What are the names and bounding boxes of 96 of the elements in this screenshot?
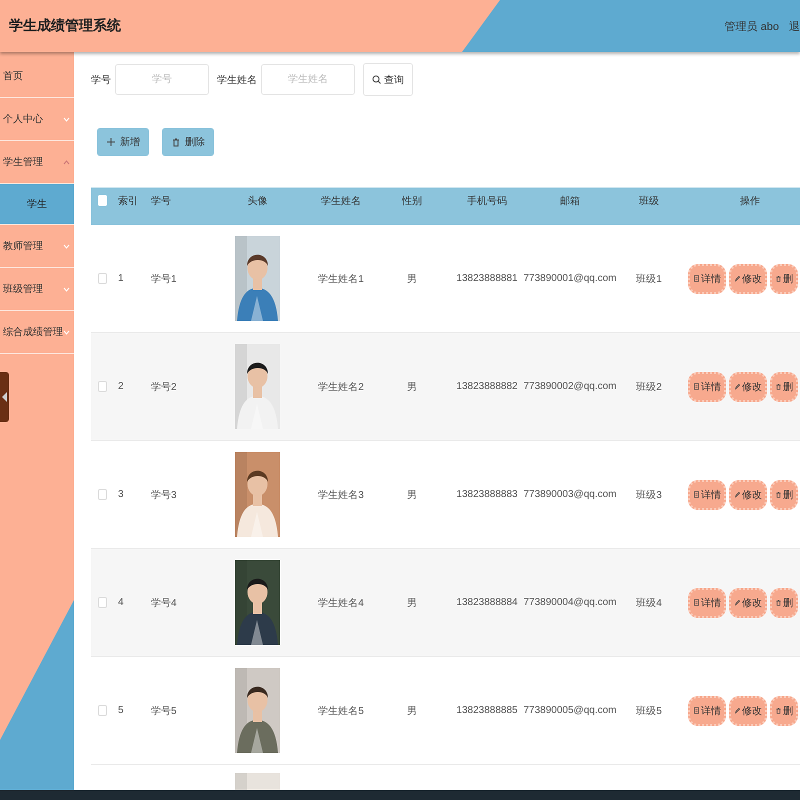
search-field[interactable]: 学生姓名 (261, 64, 355, 95)
column-header: 性别 (400, 194, 423, 208)
table-cell-text: 男 (406, 596, 418, 610)
pencil-icon (734, 707, 741, 714)
table-cell-text: 学生姓名1 (317, 272, 365, 286)
table-cell-text: 5 (117, 705, 125, 716)
pencil-icon (734, 383, 741, 390)
user-name: 管理员 abo (724, 20, 779, 34)
document-icon (693, 491, 700, 498)
field-label: 学生姓名 (217, 74, 257, 86)
search-button[interactable]: 查询 (363, 63, 413, 96)
table-cell-text: 学生姓名3 (317, 488, 365, 502)
table-cell-text: 773890003@qq.com (522, 489, 618, 500)
delete-button[interactable]: 删 (770, 696, 798, 726)
edit-button[interactable]: 修改 (729, 480, 767, 510)
app-title: 学生成绩管理系统 (9, 17, 121, 35)
table-cell-text: 13823888883 (455, 489, 519, 500)
edit-button[interactable]: 修改 (729, 588, 767, 618)
table-cell-text: 773890001@qq.com (522, 273, 618, 284)
table-cell-text: 4 (117, 597, 125, 608)
edit-button[interactable]: 修改 (729, 696, 767, 726)
column-header: 头像 (246, 194, 268, 208)
row-checkbox[interactable] (98, 597, 107, 608)
document-icon (693, 707, 700, 714)
plus-icon (106, 137, 116, 147)
edit-button[interactable]: 修改 (729, 372, 767, 402)
table-cell-text: 班级5 (635, 704, 663, 718)
table-cell-text: 学号5 (150, 704, 178, 718)
pencil-icon (734, 275, 741, 282)
table-cell-text: 男 (406, 272, 418, 286)
trash-icon (171, 137, 181, 147)
column-header: 索引 (117, 194, 139, 208)
collapse-handle[interactable] (0, 372, 9, 422)
delete-button[interactable]: 删 (770, 588, 798, 618)
detail-button[interactable]: 详情 (688, 264, 726, 294)
table-cell-text: 班级4 (635, 596, 663, 610)
edit-button[interactable]: 修改 (729, 264, 767, 294)
search-field[interactable]: 学号 (115, 64, 209, 95)
table-cell-text: 773890005@qq.com (522, 705, 618, 716)
table-cell-text: 男 (406, 488, 418, 502)
table-cell-text: 学号4 (150, 596, 178, 610)
delete-button[interactable]: 删除 (162, 128, 214, 156)
table-cell-text: 男 (406, 380, 418, 394)
table-cell-text: 学号2 (150, 380, 178, 394)
table-cell-text: 男 (406, 704, 418, 718)
delete-button[interactable]: 删 (770, 264, 798, 294)
document-icon (693, 383, 700, 390)
row-checkbox[interactable] (98, 273, 107, 284)
column-header: 操作 (739, 194, 761, 208)
column-header: 手机号码 (466, 194, 508, 208)
trash-icon (775, 383, 782, 390)
table-cell-text: 2 (117, 381, 125, 392)
table-cell-text: 学号3 (150, 488, 178, 502)
field-label: 学号 (91, 74, 111, 86)
pencil-icon (734, 491, 741, 498)
delete-button[interactable]: 删 (770, 372, 798, 402)
table-cell-text: 13823888882 (455, 381, 519, 392)
table-cell-text: 学号1 (150, 272, 178, 286)
submenu-item[interactable]: 学生 (0, 184, 74, 225)
logout-link[interactable]: 退 (789, 18, 800, 34)
search-icon (372, 75, 381, 84)
row-checkbox[interactable] (98, 489, 107, 500)
delete-button[interactable]: 删 (770, 480, 798, 510)
trash-icon (775, 599, 782, 606)
detail-button[interactable]: 详情 (688, 480, 726, 510)
row-checkbox[interactable] (98, 381, 107, 392)
trash-icon (775, 707, 782, 714)
table-cell-text: 学生姓名2 (317, 380, 365, 394)
table-cell-text: 3 (117, 489, 125, 500)
row-checkbox[interactable] (98, 705, 107, 716)
add-button[interactable]: 新增 (97, 128, 149, 156)
trash-icon (775, 275, 782, 282)
detail-button[interactable]: 详情 (688, 696, 726, 726)
document-icon (693, 275, 700, 282)
detail-button[interactable]: 详情 (688, 372, 726, 402)
table-cell-text: 773890004@qq.com (522, 597, 618, 608)
table-cell-text: 班级1 (635, 272, 663, 286)
pencil-icon (734, 599, 741, 606)
column-header: 学号 (150, 194, 172, 208)
caret-icon (2, 392, 7, 402)
column-header: 学生姓名 (320, 194, 362, 208)
column-header: 班级 (638, 194, 660, 208)
table-cell-text: 773890002@qq.com (522, 381, 618, 392)
table-cell-text: 班级3 (635, 488, 663, 502)
table-cell-text: 1 (117, 273, 125, 284)
document-icon (693, 599, 700, 606)
table-cell-text: 13823888881 (455, 273, 519, 284)
table-cell-text: 13823888885 (455, 705, 519, 716)
checkbox[interactable] (98, 195, 107, 206)
column-header: 邮箱 (559, 194, 581, 208)
table-cell-text: 班级2 (635, 380, 663, 394)
table-cell-text: 13823888884 (455, 597, 519, 608)
table-cell-text: 学生姓名4 (317, 596, 365, 610)
trash-icon (775, 491, 782, 498)
table-cell-text: 学生姓名5 (317, 704, 365, 718)
detail-button[interactable]: 详情 (688, 588, 726, 618)
